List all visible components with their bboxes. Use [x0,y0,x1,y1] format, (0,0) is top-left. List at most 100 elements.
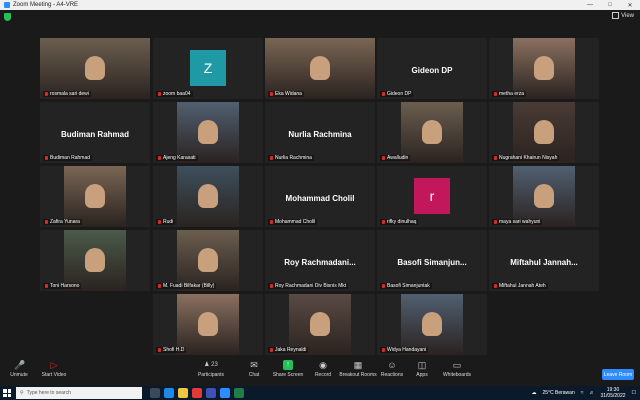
muted-mic-icon [494,156,497,160]
participant-tile[interactable]: metha erza [489,38,599,99]
participant-tile[interactable]: Miftahul Jannah... Miftahul Jannah Ateh [489,230,599,291]
participant-video [64,166,126,227]
participant-name-label: Basofi Simanjuntak [380,283,432,289]
edge-icon[interactable] [164,388,174,398]
person-silhouette [198,120,218,145]
participant-tile[interactable]: Rudi [153,166,263,227]
network-icon[interactable]: ≈ [581,390,584,396]
leave-room-button[interactable]: Leave Room [602,369,634,380]
maximize-button[interactable]: □ [600,2,620,9]
windows-start-icon[interactable] [3,389,11,397]
title-bar: Zoom Meeting - A4-VRE — □ ✕ [0,0,640,10]
participant-name-label: rifky dinulhaq [380,219,419,225]
grid-view-icon [612,12,620,19]
participant-tile[interactable]: Zzoom baa04 [153,38,263,99]
participant-tile[interactable]: M. Fuadi Bilfakar (Billy) [153,230,263,291]
taskbar-clock[interactable]: 19:30 31/05/2022 [600,387,625,399]
muted-mic-icon [270,284,273,288]
participant-tile[interactable]: Gideon DP Gideon DP [377,38,487,99]
participant-name-label: Rudi [156,219,176,225]
participant-tile[interactable]: Nurlia Rachmina Nurlia Rachmina [265,102,375,163]
unmute-button[interactable]: 🎤 Unmute [8,360,30,378]
participant-tile[interactable]: maya sari wahyuni [489,166,599,227]
start-video-label: Start Video [41,372,67,378]
share-screen-button[interactable]: ↑ Share Screen [272,360,304,378]
file-explorer-icon[interactable] [178,388,188,398]
participant-tile[interactable]: Ajeng Karasati [153,102,263,163]
zoom-taskbar-icon[interactable] [220,388,230,398]
participant-video [40,38,150,99]
participant-display-name: Gideon DP [411,66,453,75]
task-view-icon[interactable] [150,388,160,398]
reactions-icon: ☺ [387,360,397,370]
participant-name-label: Miftahul Jannah Ateh [492,283,548,289]
muted-mic-icon [270,156,273,160]
participant-name: Mohammad Cholil [275,219,316,225]
close-button[interactable]: ✕ [620,2,640,9]
participant-tile[interactable]: rosmala sari dewi [40,38,150,99]
clock-date: 31/05/2022 [600,393,626,399]
muted-mic-icon [45,284,48,288]
taskbar-search-box[interactable]: ⚲ Type here to search [16,387,142,399]
start-video-button[interactable]: ▷ Start Video [40,360,68,378]
apps-button[interactable]: ◫ Apps [414,360,430,378]
participant-tile[interactable]: r rifky dinulhaq [377,166,487,227]
participant-name-label: M. Fuadi Bilfakar (Billy) [156,283,217,289]
participants-button[interactable]: ♟ 23 Participants [196,360,226,378]
participant-tile[interactable]: Zafira Yunara [40,166,150,227]
participant-tile[interactable]: Nugrahani Khairun Nisyah [489,102,599,163]
participant-video [513,102,575,163]
store-icon[interactable] [206,388,216,398]
muted-mic-icon [270,92,273,96]
muted-mic-icon [382,156,385,160]
participant-name: Miftahul Jannah Ateh [499,283,546,289]
participant-tile[interactable]: Roy Rachmadani... Roy Rachmadani Div Bisn… [265,230,375,291]
participant-video [401,294,463,355]
share-screen-label: Share Screen [272,372,304,378]
chrome-icon[interactable] [192,388,202,398]
person-silhouette [310,56,330,81]
participant-name-label: Nurlia Rachmina [268,155,314,161]
participant-name: metha erza [499,91,525,97]
participants-label: Participants [197,372,225,378]
participant-tile[interactable]: Basofi Simanjun... Basofi Simanjuntak [377,230,487,291]
participant-name: Widya Handayani [387,347,427,353]
person-silhouette [198,184,218,209]
search-icon: ⚲ [20,390,24,396]
participant-tile[interactable]: Toni Harsono [40,230,150,291]
view-button[interactable]: View [612,12,634,19]
apps-label: Apps [416,372,428,378]
avatar-letter: Z [190,50,226,86]
reactions-button[interactable]: ☺ Reactions [380,360,404,378]
volume-icon[interactable]: ♬ [589,390,594,396]
participant-tile[interactable]: Jaka Reynaldi [265,294,375,355]
excel-icon[interactable] [234,388,244,398]
participant-name: Basofi Simanjuntak [387,283,430,289]
participant-tile[interactable]: Awalludin [377,102,487,163]
muted-mic-icon [494,220,497,224]
person-silhouette [422,120,442,145]
participant-name-label: Toni Harsono [43,283,82,289]
breakout-rooms-button[interactable]: ▦ Breakout Rooms [339,360,377,378]
record-button[interactable]: ◉ Record [313,360,333,378]
participant-display-name: Roy Rachmadani... [284,258,356,267]
encryption-shield-icon[interactable] [4,13,11,21]
person-silhouette [85,248,105,273]
gallery-view: rosmala sari dewi Zzoom baa04 Eka Widana Gi… [0,24,640,356]
participant-tile[interactable]: Shofi H.D [153,294,263,355]
chat-button[interactable]: ✉ Chat [244,360,264,378]
participant-tile[interactable]: Eka Widana [265,38,375,99]
participant-display-name: Nurlia Rachmina [288,130,352,139]
whiteboards-button[interactable]: ▭ Whiteboards [442,360,472,378]
minimize-button[interactable]: — [580,2,600,9]
muted-mic-icon [382,92,385,96]
participant-name: zoom baa04 [163,91,191,97]
person-silhouette [310,312,330,337]
weather-text: 25°C Berawan [542,390,575,396]
participant-tile[interactable]: Budiman Rahmad Budiman Rahmad [40,102,150,163]
participant-name-label: Budiman Rahmad [43,155,93,161]
notifications-icon[interactable]: ☐ [632,390,636,396]
muted-mic-icon [45,156,48,160]
participant-tile[interactable]: Widya Handayani [377,294,487,355]
participant-tile[interactable]: Mohammad Cholil Mohammad Cholil [265,166,375,227]
